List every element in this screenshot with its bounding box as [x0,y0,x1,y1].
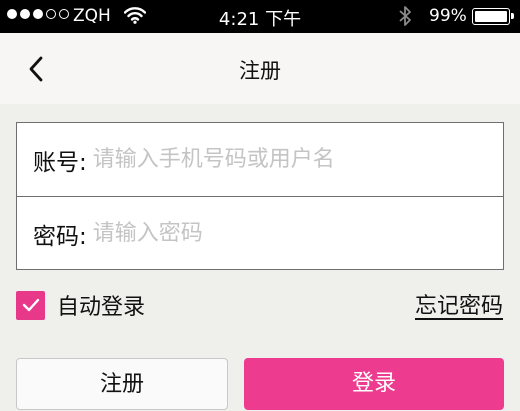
auto-login-label: 自动登录 [57,295,146,320]
status-bar: ZQH 4:21 下午 99% [0,0,520,33]
login-button[interactable]: 登录 [244,358,504,410]
auto-login-option[interactable]: 自动登录 [16,289,145,321]
battery-icon [472,8,514,25]
bluetooth-icon [398,5,412,32]
password-row: 密码: [17,197,503,270]
battery-percent: 99% [429,6,467,26]
register-button[interactable]: 注册 [16,358,228,410]
auto-login-checkbox[interactable] [16,290,45,320]
login-form: 账号: 密码: [16,122,504,270]
forgot-password-link[interactable]: 忘记密码 [415,288,503,320]
account-row: 账号: [17,123,503,197]
password-input[interactable] [92,221,503,246]
account-label: 账号: [33,149,87,176]
password-label: 密码: [33,223,87,250]
account-input[interactable] [92,147,503,172]
battery-fill [475,11,507,22]
navigation-bar: 注册 [0,33,520,104]
checkmark-icon [22,298,39,312]
page-title: 注册 [239,59,281,83]
